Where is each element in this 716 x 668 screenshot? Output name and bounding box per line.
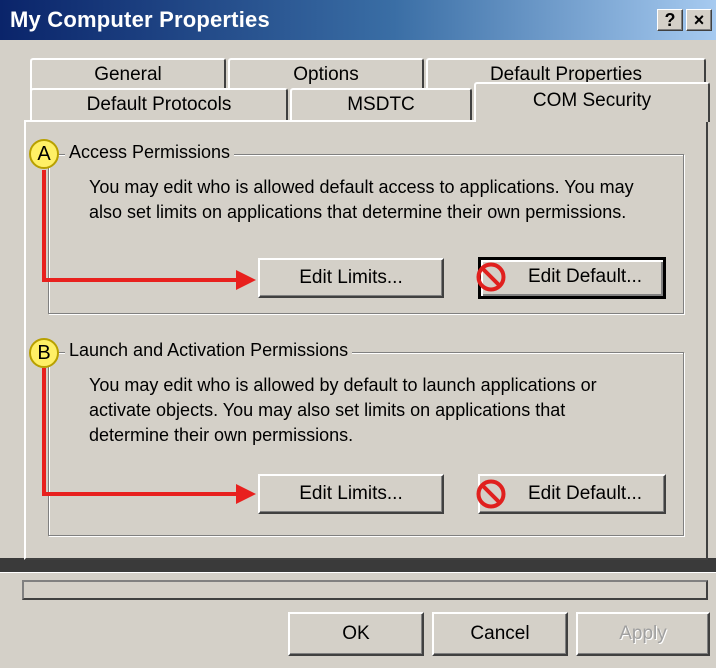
access-edit-default-label: Edit Default...	[527, 266, 643, 287]
apply-label: Apply	[619, 623, 667, 644]
launch-edit-default-label: Edit Default...	[527, 483, 643, 504]
access-desc-line: You may edit who is allowed default acce…	[89, 177, 634, 197]
close-button[interactable]: ×	[686, 9, 712, 31]
separator-frame	[22, 580, 708, 600]
properties-window: My Computer Properties ? × General Optio…	[0, 0, 716, 668]
ok-button[interactable]: OK	[288, 612, 424, 656]
window-title: My Computer Properties	[10, 7, 270, 32]
access-edit-limits-label: Edit Limits...	[299, 267, 403, 288]
tab-general[interactable]: General	[30, 58, 226, 92]
access-permissions-title: Access Permissions	[65, 142, 235, 163]
access-desc-line: also set limits on applications that det…	[89, 202, 627, 222]
ok-label: OK	[342, 623, 370, 644]
launch-permissions-title: Launch and Activation Permissions	[65, 340, 353, 361]
launch-desc-line: activate objects. You may also set limit…	[89, 400, 566, 420]
access-edit-default-button[interactable]: Edit Default...	[478, 257, 666, 299]
prohibited-icon	[476, 262, 506, 292]
tab-msdtc[interactable]: MSDTC	[290, 88, 472, 122]
cancel-button[interactable]: Cancel	[432, 612, 568, 656]
access-permissions-description: You may edit who is allowed default acce…	[89, 175, 669, 225]
launch-edit-default-button[interactable]: Edit Default...	[478, 474, 666, 514]
launch-desc-line: You may edit who is allowed by default t…	[89, 375, 597, 395]
separator-bar	[0, 558, 716, 572]
access-edit-limits-button[interactable]: Edit Limits...	[258, 258, 444, 298]
annotation-badge-a: A	[29, 139, 59, 169]
tab-default-protocols[interactable]: Default Protocols	[30, 88, 288, 122]
help-button[interactable]: ?	[657, 9, 683, 31]
tab-options[interactable]: Options	[228, 58, 424, 92]
apply-button[interactable]: Apply	[576, 612, 710, 656]
launch-desc-line: determine their own permissions.	[89, 425, 354, 445]
launch-edit-limits-button[interactable]: Edit Limits...	[258, 474, 444, 514]
title-bar[interactable]: My Computer Properties ? ×	[0, 0, 716, 40]
launch-edit-limits-label: Edit Limits...	[299, 483, 403, 504]
prohibited-icon	[476, 479, 506, 509]
annotation-badge-b: B	[29, 338, 59, 368]
launch-permissions-description: You may edit who is allowed by default t…	[89, 373, 669, 448]
cancel-label: Cancel	[470, 623, 530, 644]
tab-com-security[interactable]: COM Security	[474, 82, 710, 122]
